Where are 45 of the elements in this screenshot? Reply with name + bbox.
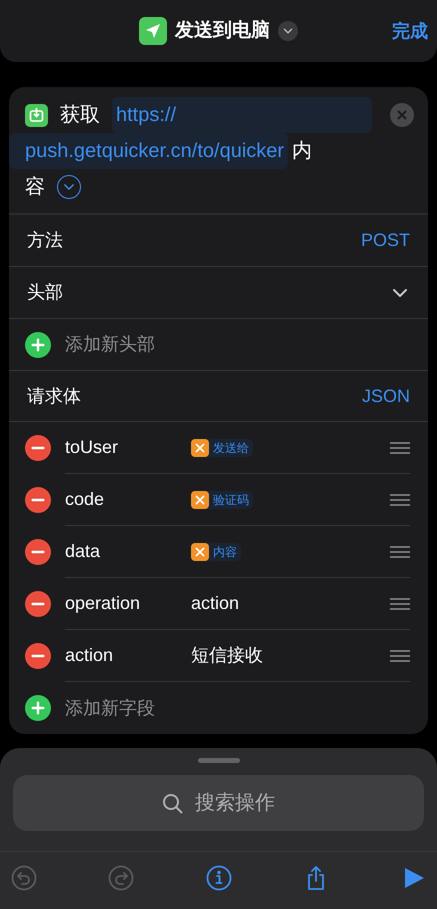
field-key: action [65,642,191,669]
method-label: 方法 [27,229,63,252]
action-text: 容 [25,175,45,200]
info-icon[interactable] [206,865,232,891]
variable-icon [191,438,209,456]
title-menu-button[interactable] [278,21,298,41]
shortcut-title: 发送到电脑 [175,18,270,43]
field-key: code [65,486,191,513]
remove-icon[interactable] [25,643,51,669]
remove-icon[interactable] [25,539,51,565]
download-icon [25,104,48,126]
search-field[interactable]: 搜索操作 [13,775,424,831]
remove-icon[interactable] [25,435,51,461]
variable-icon [191,542,209,560]
reorder-handle-icon[interactable] [390,598,410,610]
action-text: 内 [292,139,312,164]
url-token[interactable]: https:// [112,97,372,133]
field-key: toUser [65,434,191,461]
reorder-handle-icon[interactable] [390,442,410,454]
reorder-handle-icon[interactable] [390,494,410,506]
reorder-handle-icon[interactable] [390,650,410,662]
search-icon [162,792,183,814]
paper-plane-icon [139,17,167,45]
action-verb: 获取 [60,103,100,128]
body-type-value[interactable]: JSON [362,382,410,410]
expand-button[interactable] [57,175,81,199]
field-value[interactable]: 短信接收 [191,642,263,669]
add-field-label[interactable]: 添加新字段 [65,694,155,722]
variable-icon [191,490,209,508]
add-icon[interactable] [25,695,51,721]
add-header-label[interactable]: 添加新头部 [65,331,155,358]
field-value[interactable]: action [191,590,240,617]
add-icon[interactable] [25,332,51,358]
close-icon [397,110,407,120]
field-key: data [65,538,191,565]
sheet-handle[interactable] [198,758,240,763]
method-value[interactable]: POST [360,227,410,254]
body-label: 请求体 [27,384,81,408]
headers-label: 头部 [27,281,63,304]
remove-icon[interactable] [25,591,51,617]
field-key: operation [65,590,191,617]
reorder-handle-icon[interactable] [390,546,410,558]
url-token[interactable]: push.getquicker.cn/to/quicker [9,133,288,169]
done-button[interactable]: 完成 [392,18,428,44]
remove-icon[interactable] [25,487,51,513]
